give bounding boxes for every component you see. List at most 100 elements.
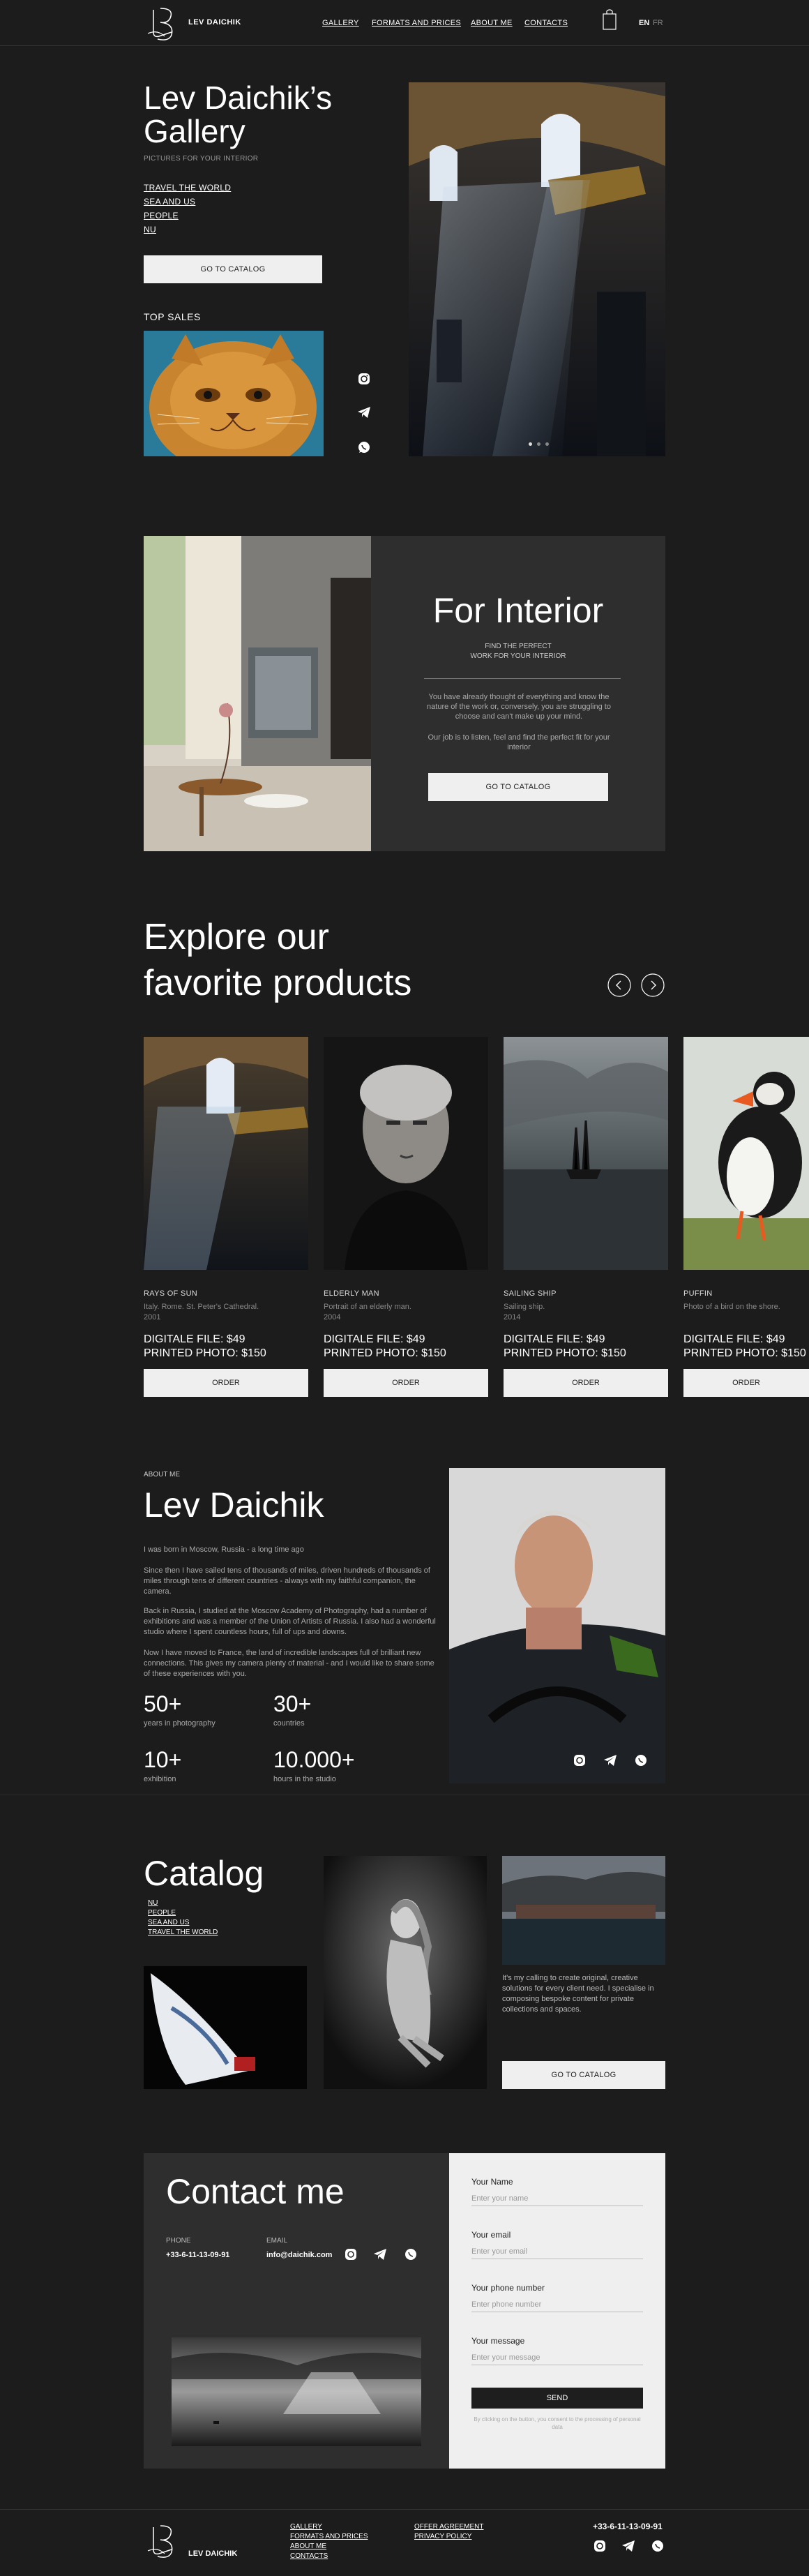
email-value[interactable]: info@daichik.com: [266, 2251, 332, 2259]
order-button[interactable]: ORDER: [504, 1369, 668, 1397]
about-name: Lev Daichik: [144, 1485, 324, 1525]
hero-link-sea[interactable]: SEA AND US: [144, 197, 195, 207]
order-button[interactable]: ORDER: [324, 1369, 488, 1397]
product-image-elderly-man[interactable]: [324, 1037, 488, 1270]
telegram-icon[interactable]: [621, 2538, 636, 2554]
phone-field-label: Your phone number: [471, 2283, 545, 2293]
product-title[interactable]: SAILING SHIP: [504, 1289, 557, 1298]
top-sales-label: TOP SALES: [144, 311, 201, 322]
site-header: LEV DAICHIK GALLERY FORMATS AND PRICES A…: [0, 0, 809, 46]
hero-title: Lev Daichik’s Gallery: [144, 80, 333, 149]
footer-phone[interactable]: +33-6-11-13-09-91: [593, 2522, 663, 2531]
telegram-icon[interactable]: [603, 1753, 618, 1768]
interior-text-2: Our job is to listen, feel and find the …: [428, 733, 610, 751]
telegram-icon[interactable]: [372, 2247, 388, 2262]
catalog-link-nu[interactable]: NU: [148, 1899, 158, 1907]
whatsapp-icon[interactable]: [633, 1753, 649, 1768]
email-label: EMAIL: [266, 2237, 288, 2245]
catalog-button[interactable]: GO TO CATALOG: [502, 2061, 665, 2089]
product-digital-price: DIGITALE FILE: $49: [144, 1333, 245, 1345]
product-desc: Italy. Rome. St. Peter's Cathedral.: [144, 1303, 259, 1311]
footer-logo-text[interactable]: LEV DAICHIK: [188, 2549, 237, 2558]
name-input[interactable]: [471, 2191, 643, 2206]
product-year: 2004: [324, 1313, 341, 1321]
phone-label: PHONE: [166, 2237, 191, 2245]
instagram-icon[interactable]: [343, 2247, 358, 2262]
product-digital-price: DIGITALE FILE: $49: [324, 1333, 425, 1345]
product-image-rays-of-sun[interactable]: [144, 1037, 308, 1270]
prev-arrow-button[interactable]: [607, 973, 632, 998]
slider-dot[interactable]: [537, 442, 540, 446]
message-label: Your message: [471, 2336, 525, 2346]
consent-text: By clicking on the button, you consent t…: [474, 2416, 641, 2430]
product-desc: Photo of a bird on the shore.: [683, 1303, 780, 1311]
instagram-icon[interactable]: [592, 2538, 607, 2554]
whatsapp-icon[interactable]: [356, 440, 372, 455]
interior-catalog-button[interactable]: GO TO CATALOG: [428, 773, 608, 801]
top-sales-cat-image[interactable]: [144, 331, 324, 456]
send-button[interactable]: SEND: [471, 2388, 643, 2409]
lang-fr[interactable]: FR: [653, 19, 663, 27]
message-input[interactable]: [471, 2350, 643, 2365]
whatsapp-icon[interactable]: [403, 2247, 418, 2262]
footer-link-privacy[interactable]: PRIVACY POLICY: [414, 2533, 471, 2540]
hero-link-travel[interactable]: TRAVEL THE WORLD: [144, 183, 231, 193]
interior-title: For Interior: [432, 591, 604, 630]
footer-link-gallery[interactable]: GALLERY: [290, 2523, 322, 2531]
order-button[interactable]: ORDER: [144, 1369, 308, 1397]
product-image-puffin[interactable]: [683, 1037, 809, 1270]
whatsapp-icon[interactable]: [650, 2538, 665, 2554]
catalog-link-people[interactable]: PEOPLE: [148, 1909, 176, 1917]
telegram-icon[interactable]: [356, 405, 372, 420]
footer-link-offer[interactable]: OFFER AGREEMENT: [414, 2523, 483, 2531]
footer-link-formats[interactable]: FORMATS AND PRICES: [290, 2533, 368, 2540]
order-button[interactable]: ORDER: [683, 1369, 809, 1397]
about-para-1: I was born in Moscow, Russia - a long ti…: [144, 1545, 304, 1554]
product-title[interactable]: ELDERLY MAN: [324, 1289, 379, 1298]
phone-value[interactable]: +33-6-11-13-09-91: [166, 2251, 229, 2259]
next-arrow-button[interactable]: [640, 973, 665, 998]
hero-link-nu[interactable]: NU: [144, 225, 156, 234]
catalog-link-sea[interactable]: SEA AND US: [148, 1919, 189, 1926]
product-title[interactable]: PUFFIN: [683, 1289, 713, 1298]
nav-contacts[interactable]: CONTACTS: [524, 19, 568, 27]
footer-link-about[interactable]: ABOUT ME: [290, 2543, 326, 2550]
lang-en[interactable]: EN: [639, 19, 649, 27]
hero-subtitle: PICTURES FOR YOUR INTERIOR: [144, 155, 259, 163]
instagram-icon[interactable]: [356, 371, 372, 387]
hero-cathedral-image[interactable]: [409, 82, 665, 456]
product-title[interactable]: RAYS OF SUN: [144, 1289, 197, 1298]
logo-icon[interactable]: [144, 4, 181, 43]
hero-link-people[interactable]: PEOPLE: [144, 211, 179, 220]
product-image-sailing-ship[interactable]: [504, 1037, 668, 1270]
catalog-link-travel[interactable]: TRAVEL THE WORLD: [148, 1929, 218, 1936]
shopping-bag-icon[interactable]: [601, 7, 618, 32]
stat-label: years in photography: [144, 1719, 216, 1728]
catalog-harbour-image[interactable]: [502, 1856, 665, 1965]
nav-gallery[interactable]: GALLERY: [322, 19, 359, 27]
about-portrait-image: [449, 1468, 665, 1783]
stat-number: 10.000+: [273, 1747, 355, 1772]
product-digital-price: DIGITALE FILE: $49: [683, 1333, 785, 1345]
nav-about-me[interactable]: ABOUT ME: [471, 19, 513, 27]
products-title: Explore our favorite products: [144, 917, 412, 1003]
catalog-boat-image[interactable]: [144, 1966, 307, 2089]
contact-title: Contact me: [166, 2172, 345, 2211]
hero-catalog-button[interactable]: GO TO CATALOG: [144, 255, 322, 283]
product-desc: Sailing ship.: [504, 1303, 545, 1311]
stat-label: hours in the studio: [273, 1775, 336, 1783]
product-year: 2001: [144, 1313, 161, 1321]
slider-dot[interactable]: [529, 442, 532, 446]
footer-link-contacts[interactable]: CONTACTS: [290, 2552, 328, 2560]
logo-text[interactable]: LEV DAICHIK: [188, 18, 241, 27]
instagram-icon[interactable]: [572, 1753, 587, 1768]
slider-dot[interactable]: [545, 442, 549, 446]
nav-formats-prices[interactable]: FORMATS AND PRICES: [372, 19, 461, 27]
interior-text-1: You have already thought of everything a…: [427, 693, 611, 721]
phone-input[interactable]: [471, 2297, 643, 2312]
stat-label: exhibition: [144, 1775, 176, 1783]
catalog-nu-image[interactable]: [324, 1856, 487, 2089]
product-desc: Portrait of an elderly man.: [324, 1303, 411, 1311]
email-input[interactable]: [471, 2244, 643, 2259]
footer-logo-icon[interactable]: [144, 2522, 181, 2561]
